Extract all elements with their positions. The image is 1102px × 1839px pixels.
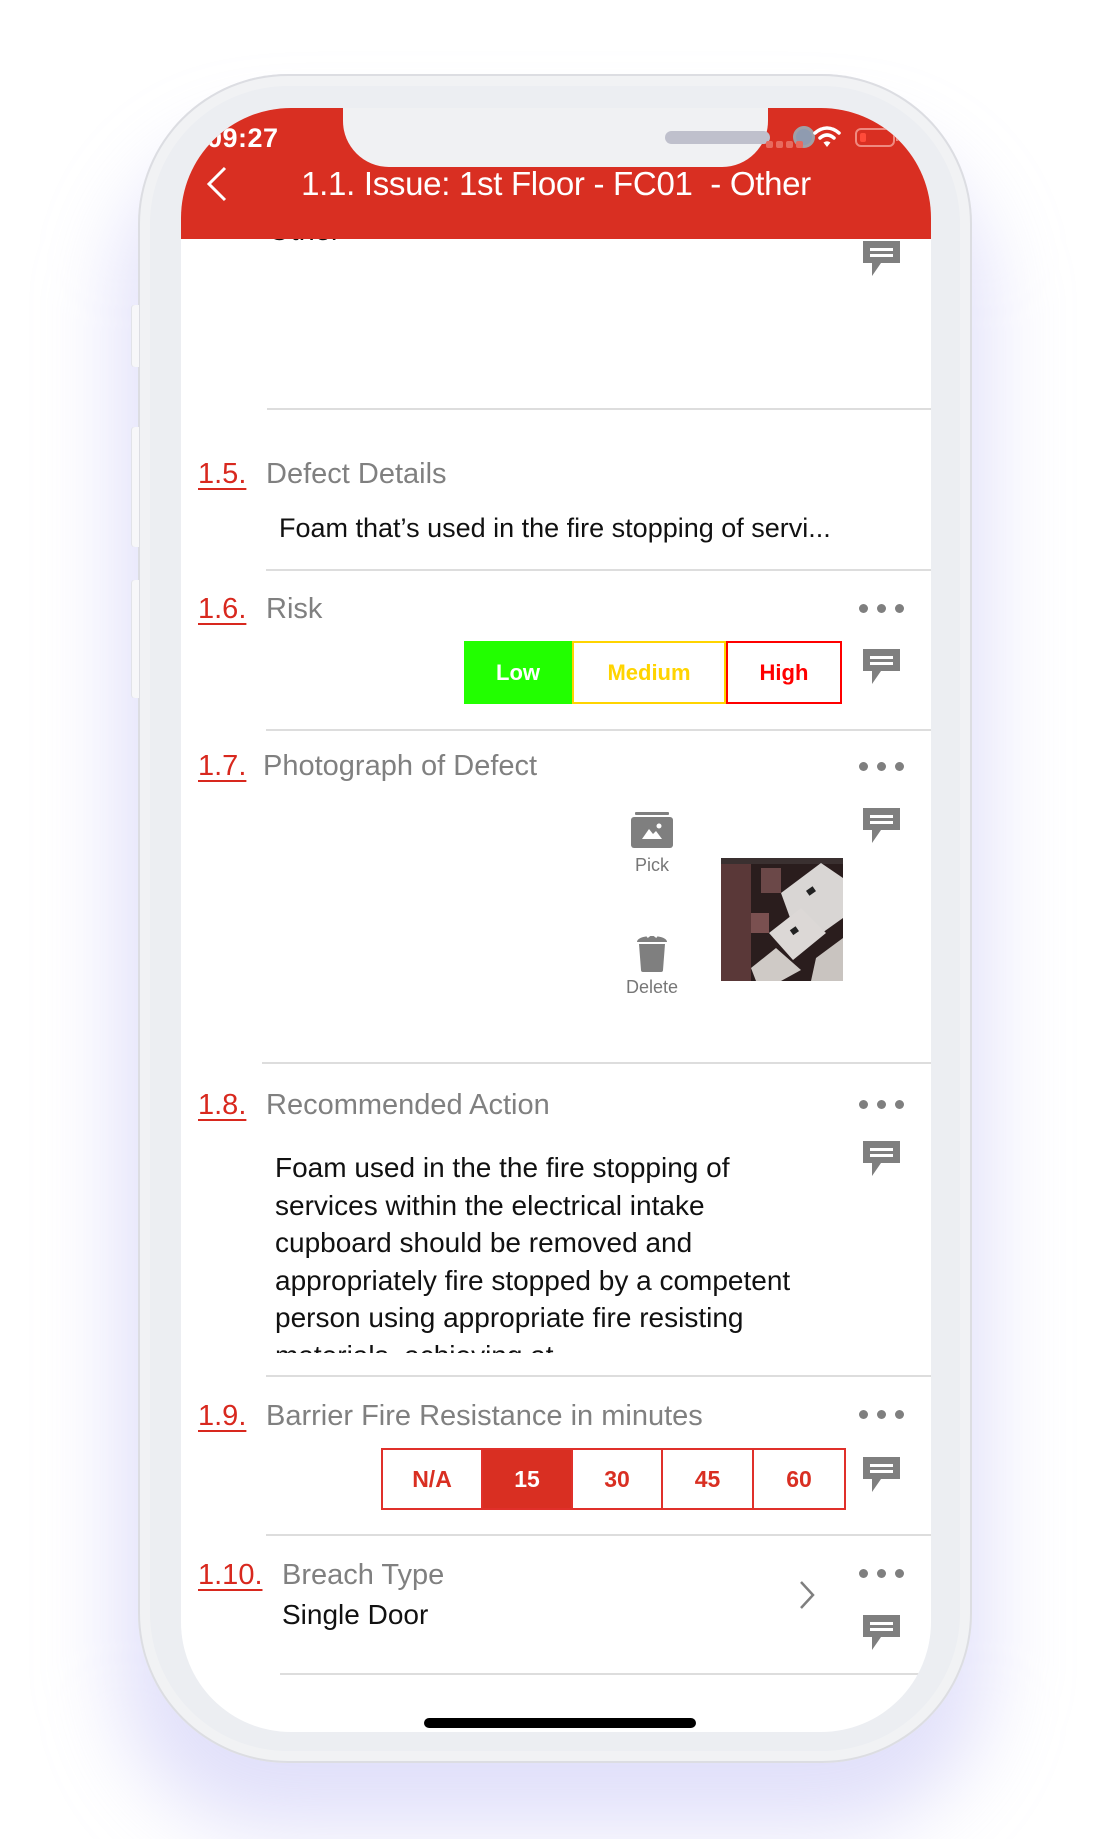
section-number: 1.7.	[198, 750, 247, 782]
divider	[266, 729, 931, 731]
defect-photo-thumbnail[interactable]	[721, 858, 843, 981]
fire-resistance-selector: N/A 15 30 45 60	[381, 1448, 846, 1510]
section-number: 1.5.	[198, 458, 247, 490]
nav-header: 09:27 1.1. Issue: 1st Floor - FC01 - Oth…	[181, 108, 931, 239]
status-time: 09:27	[207, 123, 279, 153]
divider	[280, 1673, 931, 1675]
section-number: 1.8.	[198, 1089, 247, 1121]
fire-resistance-45-button[interactable]: 45	[661, 1448, 754, 1510]
section-number: 1.9.	[198, 1400, 247, 1432]
pick-label: Pick	[634, 855, 669, 875]
mute-switch	[132, 305, 139, 367]
speaker-grille	[665, 131, 770, 144]
risk-medium-button[interactable]: Medium	[572, 641, 726, 704]
photo-library-icon	[631, 812, 673, 848]
more-options-icon[interactable]	[859, 604, 904, 614]
field-label-fire-resistance: Barrier Fire Resistance in minutes	[266, 1400, 703, 1432]
section-number: 1.10.	[198, 1559, 263, 1591]
field-label-recommended-action: Recommended Action	[266, 1089, 550, 1121]
home-indicator[interactable]	[424, 1718, 696, 1728]
risk-high-button[interactable]: High	[726, 641, 842, 704]
delete-photo-button[interactable]: Delete	[617, 930, 687, 998]
divider	[266, 569, 931, 571]
wifi-icon	[813, 126, 841, 147]
field-label-defect-details: Defect Details	[266, 458, 447, 490]
fire-resistance-30-button[interactable]: 30	[571, 1448, 663, 1510]
field-label-photograph: Photograph of Defect	[263, 750, 538, 782]
battery-low-icon	[855, 128, 899, 147]
trash-icon	[637, 931, 667, 972]
divider	[266, 1534, 931, 1536]
field-label-risk: Risk	[266, 593, 323, 625]
more-options-icon[interactable]	[859, 1569, 904, 1579]
breach-type-value[interactable]: Single Door	[282, 1599, 428, 1631]
recommended-action-textarea[interactable]: Foam used in the the fire stopping of se…	[275, 1149, 815, 1353]
fire-resistance-15-button[interactable]: 15	[481, 1448, 573, 1510]
previous-field-value: Other	[268, 239, 341, 248]
defect-photo	[721, 858, 843, 981]
page-title: 1.1. Issue: 1st Floor - FC01 - Other	[301, 165, 811, 202]
phone-screen: Other 1.5. Defect Details Foam that’s us…	[181, 108, 931, 1732]
volume-up-button	[132, 427, 139, 547]
delete-label: Delete	[625, 977, 679, 997]
cellular-signal-icon	[766, 141, 803, 148]
form-content[interactable]: Other 1.5. Defect Details Foam that’s us…	[181, 239, 931, 1732]
comment-icon[interactable]	[863, 241, 900, 278]
volume-down-button	[132, 580, 139, 698]
risk-selector: Low Medium High	[464, 641, 842, 704]
more-options-icon[interactable]	[859, 1100, 904, 1110]
defect-details-value[interactable]: Foam that’s used in the fire stopping of…	[279, 513, 831, 544]
comment-icon[interactable]	[863, 649, 900, 686]
divider	[266, 1375, 931, 1377]
field-label-breach-type: Breach Type	[282, 1559, 445, 1591]
divider	[267, 408, 931, 410]
fire-resistance-60-button[interactable]: 60	[752, 1448, 846, 1510]
more-options-icon[interactable]	[859, 762, 904, 772]
comment-icon[interactable]	[863, 808, 900, 845]
comment-icon[interactable]	[863, 1457, 900, 1494]
pick-photo-button[interactable]: Pick	[617, 812, 687, 876]
fire-resistance-na-button[interactable]: N/A	[381, 1448, 483, 1510]
notch	[343, 108, 815, 167]
section-number: 1.6.	[198, 593, 247, 625]
more-options-icon[interactable]	[859, 1410, 904, 1420]
comment-icon[interactable]	[863, 1141, 900, 1178]
risk-low-button[interactable]: Low	[464, 641, 572, 704]
comment-icon[interactable]	[863, 1615, 900, 1652]
divider	[262, 1062, 931, 1064]
chevron-right-icon[interactable]	[798, 1579, 816, 1611]
